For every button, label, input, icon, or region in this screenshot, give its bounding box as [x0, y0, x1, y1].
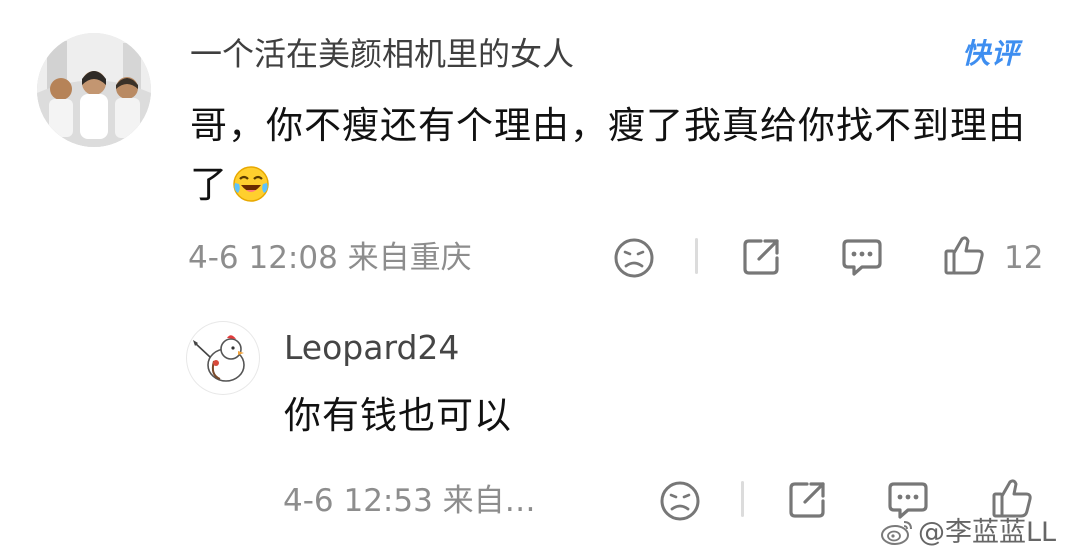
laughing-crying-icon: [232, 161, 270, 202]
reply-comment-icon[interactable]: [840, 236, 884, 278]
action-divider: [695, 238, 698, 274]
commenter-avatar[interactable]: [37, 33, 151, 147]
replier-avatar[interactable]: [186, 321, 260, 395]
commenter-username[interactable]: 一个活在美颜相机里的女人: [190, 32, 574, 76]
dislike-face-icon[interactable]: [612, 236, 656, 280]
reply-share-icon[interactable]: [786, 479, 828, 521]
reply-text: 你有钱也可以: [284, 394, 512, 437]
replier-avatar-image: [187, 322, 259, 394]
comment-body: 哥，你不瘦还有个理由，瘦了我真给你找不到理由了: [190, 96, 1050, 214]
reply-dislike-face-icon[interactable]: [658, 479, 702, 523]
comment-text: 哥，你不瘦还有个理由，瘦了我真给你找不到理由了: [190, 104, 1026, 206]
quick-review-badge: 快评: [962, 37, 1021, 70]
watermark-text: @李蓝蓝LL: [918, 517, 1057, 548]
share-icon[interactable]: [740, 236, 782, 278]
like-thumb-icon[interactable]: [942, 233, 986, 277]
commenter-avatar-image: [37, 33, 151, 147]
weibo-logo-icon: [880, 517, 914, 551]
replier-username[interactable]: Leopard24: [284, 326, 459, 370]
reply-meta: 4-6 12:53 来自…: [283, 483, 536, 519]
reply-action-divider: [741, 481, 744, 517]
like-count: 12: [1004, 240, 1044, 276]
comment-meta: 4-6 12:08 来自重庆: [188, 240, 472, 276]
